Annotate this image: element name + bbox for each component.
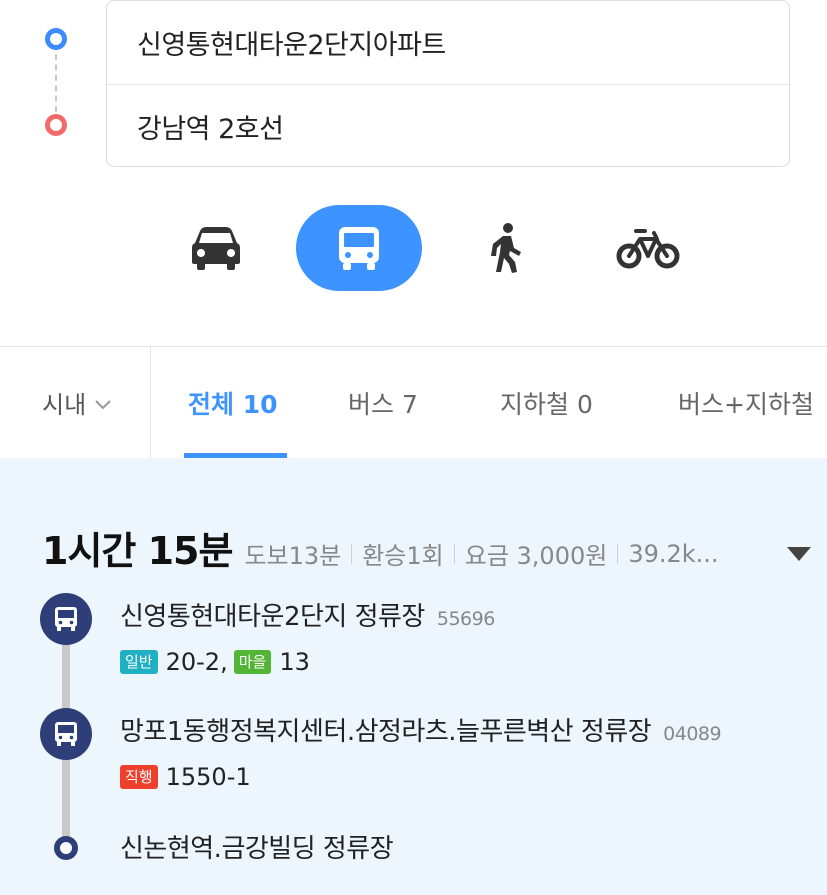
tab-all[interactable]: 전체 10 [188, 347, 278, 458]
stop-2-lines: 직행 1550-1 [120, 763, 257, 791]
bus-icon [55, 607, 77, 631]
bus-type-badge: 마을 [233, 650, 272, 674]
stop-code: 55696 [436, 608, 495, 630]
transport-mode-selector [0, 205, 827, 291]
bus-stop-icon [40, 708, 92, 760]
divider [453, 543, 455, 564]
arrival-stop-icon [54, 836, 78, 860]
mode-bike-button[interactable] [608, 205, 688, 291]
region-filter-dropdown[interactable]: 시내 [0, 347, 151, 458]
tab-subway[interactable]: 지하철 0 [500, 347, 593, 458]
mode-bus-button[interactable] [296, 205, 422, 291]
tab-bus[interactable]: 버스 7 [348, 347, 418, 458]
divider [617, 543, 619, 564]
bus-icon [339, 227, 379, 270]
route-dotted-line [55, 54, 57, 112]
distance: 39.2k... [628, 539, 719, 568]
route-markers [40, 28, 72, 138]
bus-type-badge: 일반 [120, 650, 158, 674]
tab-bus-subway[interactable]: 버스+지하철 [678, 347, 814, 458]
bus-stop-icon [40, 593, 92, 645]
origin-dot-icon [45, 28, 67, 50]
fare: 요금 3,000원 [464, 542, 608, 570]
bus-line-number[interactable]: 20-2, [166, 648, 228, 676]
transfer-count: 환승1회 [362, 542, 444, 570]
bus-line-number[interactable]: 13 [279, 648, 310, 676]
route-result-card[interactable]: 1시간 15분 도보13분 환승1회 요금 3,000원 39.2k... 신영… [0, 458, 827, 895]
chevron-down-icon [95, 399, 111, 409]
walk-icon [491, 223, 521, 273]
destination-input[interactable]: 강남역 2호선 [107, 84, 789, 167]
stop-name: 망포1동행정복지센터.삼정라츠.늘푸른벽산 정류장 [120, 717, 652, 747]
stop-code: 04089 [663, 723, 722, 745]
destination-dot-icon [45, 114, 67, 136]
bus-icon [55, 722, 77, 746]
route-summary: 1시간 15분 도보13분 환승1회 요금 3,000원 39.2k... [42, 520, 827, 575]
expand-caret-icon[interactable] [786, 546, 812, 562]
bike-icon [616, 229, 680, 269]
route-duration: 1시간 15분 [42, 529, 233, 573]
route-meta: 도보13분 환승1회 요금 3,000원 39.2k... [244, 536, 718, 571]
mode-walk-button[interactable] [470, 205, 540, 291]
mode-car-button[interactable] [176, 205, 256, 291]
stop-3[interactable]: 신논현역.금강빌딩 정류장 [120, 828, 394, 865]
bus-line-number[interactable]: 1550-1 [166, 763, 251, 791]
region-filter-label: 시내 [42, 391, 87, 419]
bus-type-badge: 직행 [120, 765, 158, 789]
stop-name: 신논현역.금강빌딩 정류장 [120, 834, 394, 864]
stop-1[interactable]: 신영통현대타운2단지 정류장 55696 [120, 596, 495, 633]
divider [351, 543, 353, 564]
stop-2[interactable]: 망포1동행정복지센터.삼정라츠.늘푸른벽산 정류장 04089 [120, 711, 722, 748]
route-type-tabs: 시내 전체 10 버스 7 지하철 0 버스+지하철 [0, 346, 827, 458]
stop-name: 신영통현대타운2단지 정류장 [120, 602, 425, 632]
stop-1-lines: 일반 20-2, 마을 13 [120, 648, 316, 676]
walk-time: 도보13분 [244, 542, 342, 570]
route-input-box: 신영통현대타운2단지아파트 강남역 2호선 [106, 0, 790, 167]
origin-input[interactable]: 신영통현대타운2단지아파트 [107, 1, 789, 84]
car-icon [192, 227, 240, 270]
